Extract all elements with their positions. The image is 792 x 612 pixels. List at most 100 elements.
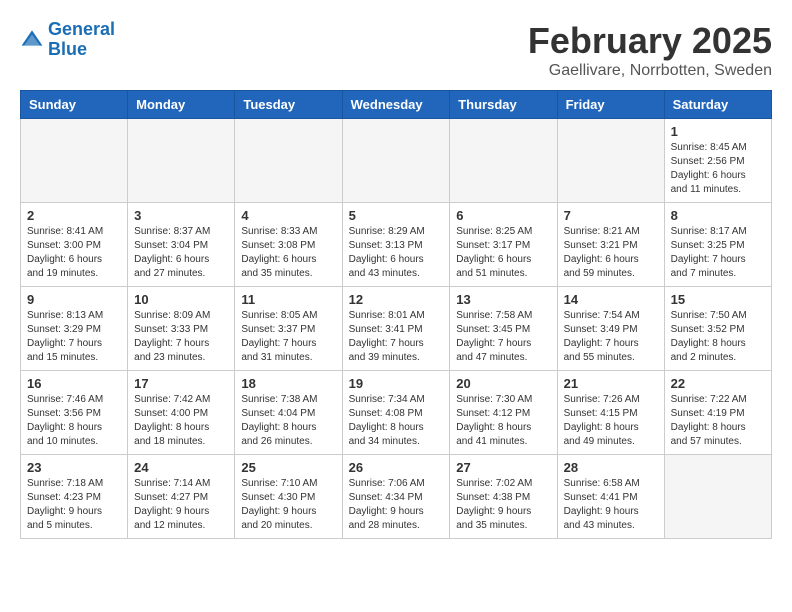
day-info: Sunrise: 8:45 AM Sunset: 2:56 PM Dayligh… bbox=[671, 141, 765, 197]
calendar-cell: 13 Sunrise: 7:58 AM Sunset: 3:45 PM Dayli… bbox=[450, 287, 557, 371]
calendar-subtitle: Gaellivare, Norrbotten, Sweden bbox=[528, 62, 772, 80]
day-info: Sunrise: 8:37 AM Sunset: 3:04 PM Dayligh… bbox=[134, 225, 228, 281]
title-area: February 2025 Gaellivare, Norrbotten, Sw… bbox=[528, 20, 772, 80]
day-number: 10 bbox=[134, 292, 228, 307]
logo-line2: Blue bbox=[48, 39, 87, 59]
page-header: General Blue February 2025 Gaellivare, N… bbox=[20, 20, 772, 80]
calendar-cell bbox=[21, 119, 128, 203]
day-info: Sunrise: 7:38 AM Sunset: 4:04 PM Dayligh… bbox=[241, 393, 335, 449]
day-info: Sunrise: 8:05 AM Sunset: 3:37 PM Dayligh… bbox=[241, 309, 335, 365]
day-info: Sunrise: 7:14 AM Sunset: 4:27 PM Dayligh… bbox=[134, 477, 228, 533]
calendar-table: SundayMondayTuesdayWednesdayThursdayFrid… bbox=[20, 90, 772, 539]
calendar-cell: 18 Sunrise: 7:38 AM Sunset: 4:04 PM Dayli… bbox=[235, 371, 342, 455]
day-number: 18 bbox=[241, 376, 335, 391]
calendar-week-row: 16 Sunrise: 7:46 AM Sunset: 3:56 PM Dayli… bbox=[21, 371, 772, 455]
calendar-cell: 7Sunrise: 8:21 AM Sunset: 3:21 PM Daylig… bbox=[557, 203, 664, 287]
calendar-cell bbox=[450, 119, 557, 203]
calendar-cell: 28Sunrise: 6:58 AM Sunset: 4:41 PM Dayli… bbox=[557, 455, 664, 539]
calendar-cell: 22 Sunrise: 7:22 AM Sunset: 4:19 PM Dayli… bbox=[664, 371, 771, 455]
day-number: 16 bbox=[27, 376, 121, 391]
day-number: 5 bbox=[349, 208, 444, 223]
day-info: Sunrise: 8:21 AM Sunset: 3:21 PM Dayligh… bbox=[564, 225, 658, 281]
day-number: 27 bbox=[456, 460, 550, 475]
day-number: 8 bbox=[671, 208, 765, 223]
day-number: 25 bbox=[241, 460, 335, 475]
calendar-cell: 23Sunrise: 7:18 AM Sunset: 4:23 PM Dayli… bbox=[21, 455, 128, 539]
day-number: 6 bbox=[456, 208, 550, 223]
weekday-header: Tuesday bbox=[235, 91, 342, 119]
day-number: 22 bbox=[671, 376, 765, 391]
day-info: Sunrise: 8:17 AM Sunset: 3:25 PM Dayligh… bbox=[671, 225, 765, 281]
day-info: Sunrise: 7:34 AM Sunset: 4:08 PM Dayligh… bbox=[349, 393, 444, 449]
day-info: Sunrise: 8:33 AM Sunset: 3:08 PM Dayligh… bbox=[241, 225, 335, 281]
weekday-header-row: SundayMondayTuesdayWednesdayThursdayFrid… bbox=[21, 91, 772, 119]
calendar-cell: 15 Sunrise: 7:50 AM Sunset: 3:52 PM Dayli… bbox=[664, 287, 771, 371]
day-number: 11 bbox=[241, 292, 335, 307]
day-info: Sunrise: 7:18 AM Sunset: 4:23 PM Dayligh… bbox=[27, 477, 121, 533]
calendar-title: February 2025 bbox=[528, 20, 772, 62]
weekday-header: Thursday bbox=[450, 91, 557, 119]
calendar-cell: 17 Sunrise: 7:42 AM Sunset: 4:00 PM Dayli… bbox=[128, 371, 235, 455]
calendar-cell: 2 Sunrise: 8:41 AM Sunset: 3:00 PM Daylig… bbox=[21, 203, 128, 287]
calendar-cell: 16 Sunrise: 7:46 AM Sunset: 3:56 PM Dayli… bbox=[21, 371, 128, 455]
calendar-cell: 20 Sunrise: 7:30 AM Sunset: 4:12 PM Dayli… bbox=[450, 371, 557, 455]
day-number: 2 bbox=[27, 208, 121, 223]
day-info: Sunrise: 7:06 AM Sunset: 4:34 PM Dayligh… bbox=[349, 477, 444, 533]
day-info: Sunrise: 6:58 AM Sunset: 4:41 PM Dayligh… bbox=[564, 477, 658, 533]
day-info: Sunrise: 8:29 AM Sunset: 3:13 PM Dayligh… bbox=[349, 225, 444, 281]
calendar-cell: 1 Sunrise: 8:45 AM Sunset: 2:56 PM Daylig… bbox=[664, 119, 771, 203]
day-info: Sunrise: 7:02 AM Sunset: 4:38 PM Dayligh… bbox=[456, 477, 550, 533]
day-info: Sunrise: 7:54 AM Sunset: 3:49 PM Dayligh… bbox=[564, 309, 658, 365]
logo: General Blue bbox=[20, 20, 115, 60]
weekday-header: Sunday bbox=[21, 91, 128, 119]
logo-icon bbox=[20, 28, 44, 52]
day-number: 9 bbox=[27, 292, 121, 307]
day-number: 3 bbox=[134, 208, 228, 223]
calendar-cell: 3 Sunrise: 8:37 AM Sunset: 3:04 PM Daylig… bbox=[128, 203, 235, 287]
weekday-header: Friday bbox=[557, 91, 664, 119]
calendar-cell: 24 Sunrise: 7:14 AM Sunset: 4:27 PM Dayli… bbox=[128, 455, 235, 539]
day-number: 20 bbox=[456, 376, 550, 391]
day-info: Sunrise: 7:30 AM Sunset: 4:12 PM Dayligh… bbox=[456, 393, 550, 449]
day-number: 13 bbox=[456, 292, 550, 307]
day-number: 17 bbox=[134, 376, 228, 391]
calendar-cell: 4 Sunrise: 8:33 AM Sunset: 3:08 PM Daylig… bbox=[235, 203, 342, 287]
day-info: Sunrise: 7:58 AM Sunset: 3:45 PM Dayligh… bbox=[456, 309, 550, 365]
day-info: Sunrise: 7:46 AM Sunset: 3:56 PM Dayligh… bbox=[27, 393, 121, 449]
calendar-cell: 9 Sunrise: 8:13 AM Sunset: 3:29 PM Daylig… bbox=[21, 287, 128, 371]
calendar-cell: 27 Sunrise: 7:02 AM Sunset: 4:38 PM Dayli… bbox=[450, 455, 557, 539]
day-number: 12 bbox=[349, 292, 444, 307]
calendar-cell: 8 Sunrise: 8:17 AM Sunset: 3:25 PM Daylig… bbox=[664, 203, 771, 287]
day-info: Sunrise: 7:26 AM Sunset: 4:15 PM Dayligh… bbox=[564, 393, 658, 449]
day-number: 4 bbox=[241, 208, 335, 223]
day-number: 24 bbox=[134, 460, 228, 475]
calendar-cell: 6 Sunrise: 8:25 AM Sunset: 3:17 PM Daylig… bbox=[450, 203, 557, 287]
weekday-header: Saturday bbox=[664, 91, 771, 119]
calendar-cell: 21 Sunrise: 7:26 AM Sunset: 4:15 PM Dayli… bbox=[557, 371, 664, 455]
calendar-cell: 26 Sunrise: 7:06 AM Sunset: 4:34 PM Dayli… bbox=[342, 455, 450, 539]
day-info: Sunrise: 7:22 AM Sunset: 4:19 PM Dayligh… bbox=[671, 393, 765, 449]
day-number: 14 bbox=[564, 292, 658, 307]
day-info: Sunrise: 8:41 AM Sunset: 3:00 PM Dayligh… bbox=[27, 225, 121, 281]
day-number: 19 bbox=[349, 376, 444, 391]
day-number: 26 bbox=[349, 460, 444, 475]
day-number: 15 bbox=[671, 292, 765, 307]
calendar-cell bbox=[557, 119, 664, 203]
calendar-week-row: 23Sunrise: 7:18 AM Sunset: 4:23 PM Dayli… bbox=[21, 455, 772, 539]
day-info: Sunrise: 7:10 AM Sunset: 4:30 PM Dayligh… bbox=[241, 477, 335, 533]
calendar-cell bbox=[342, 119, 450, 203]
day-info: Sunrise: 7:50 AM Sunset: 3:52 PM Dayligh… bbox=[671, 309, 765, 365]
day-info: Sunrise: 8:01 AM Sunset: 3:41 PM Dayligh… bbox=[349, 309, 444, 365]
calendar-cell: 12 Sunrise: 8:01 AM Sunset: 3:41 PM Dayli… bbox=[342, 287, 450, 371]
calendar-week-row: 1 Sunrise: 8:45 AM Sunset: 2:56 PM Daylig… bbox=[21, 119, 772, 203]
day-number: 21 bbox=[564, 376, 658, 391]
day-info: Sunrise: 8:13 AM Sunset: 3:29 PM Dayligh… bbox=[27, 309, 121, 365]
calendar-cell: 11 Sunrise: 8:05 AM Sunset: 3:37 PM Dayli… bbox=[235, 287, 342, 371]
day-number: 1 bbox=[671, 124, 765, 139]
weekday-header: Wednesday bbox=[342, 91, 450, 119]
day-info: Sunrise: 7:42 AM Sunset: 4:00 PM Dayligh… bbox=[134, 393, 228, 449]
day-info: Sunrise: 8:25 AM Sunset: 3:17 PM Dayligh… bbox=[456, 225, 550, 281]
calendar-cell bbox=[664, 455, 771, 539]
calendar-week-row: 9 Sunrise: 8:13 AM Sunset: 3:29 PM Daylig… bbox=[21, 287, 772, 371]
weekday-header: Monday bbox=[128, 91, 235, 119]
